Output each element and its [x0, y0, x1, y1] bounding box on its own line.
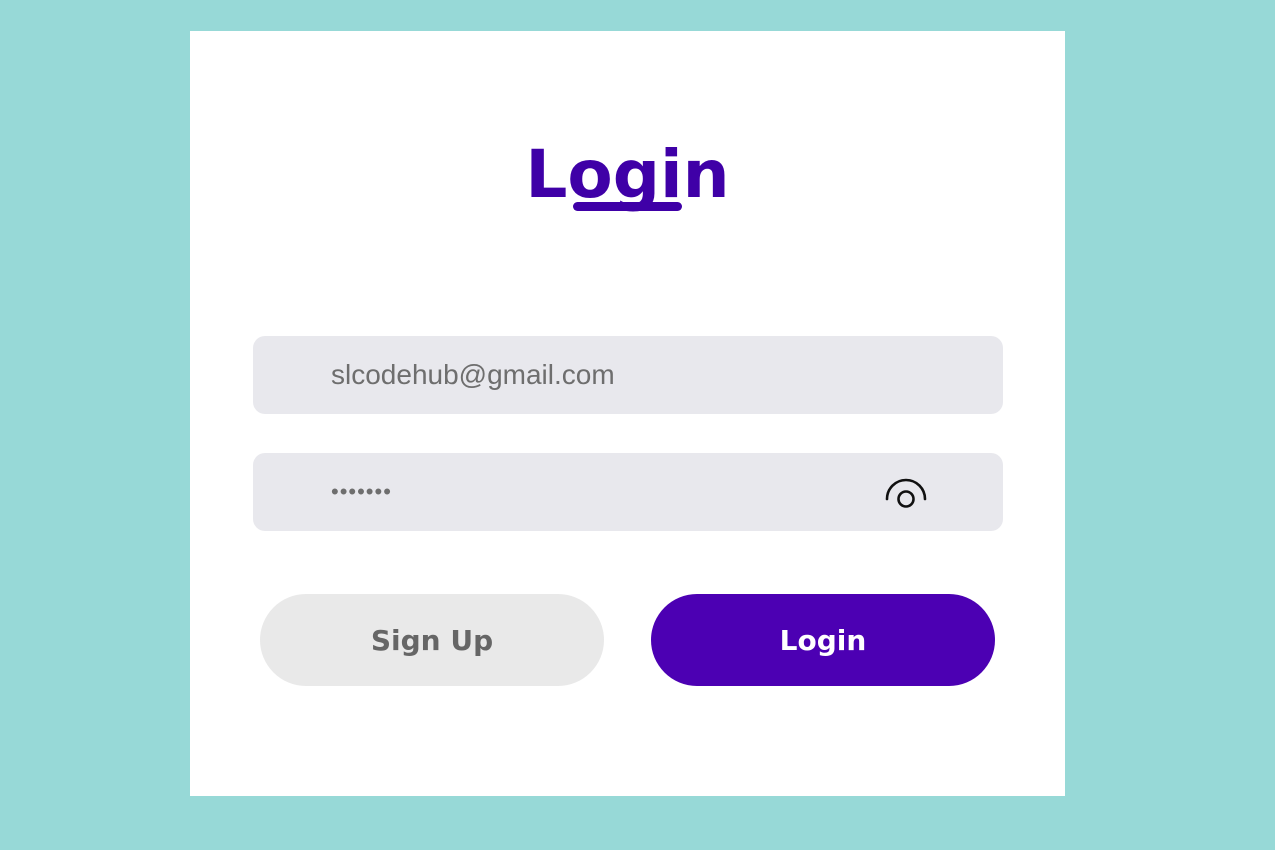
password-field[interactable]: [331, 453, 871, 531]
password-field-container: [253, 453, 1003, 531]
sign-up-button[interactable]: Sign Up: [260, 594, 604, 686]
title-underline: [573, 202, 682, 211]
login-card: Login Sign Up Login: [190, 31, 1065, 796]
eye-icon[interactable]: [883, 475, 929, 511]
email-field[interactable]: [331, 336, 871, 414]
email-field-container: [253, 336, 1003, 414]
login-button[interactable]: Login: [651, 594, 995, 686]
